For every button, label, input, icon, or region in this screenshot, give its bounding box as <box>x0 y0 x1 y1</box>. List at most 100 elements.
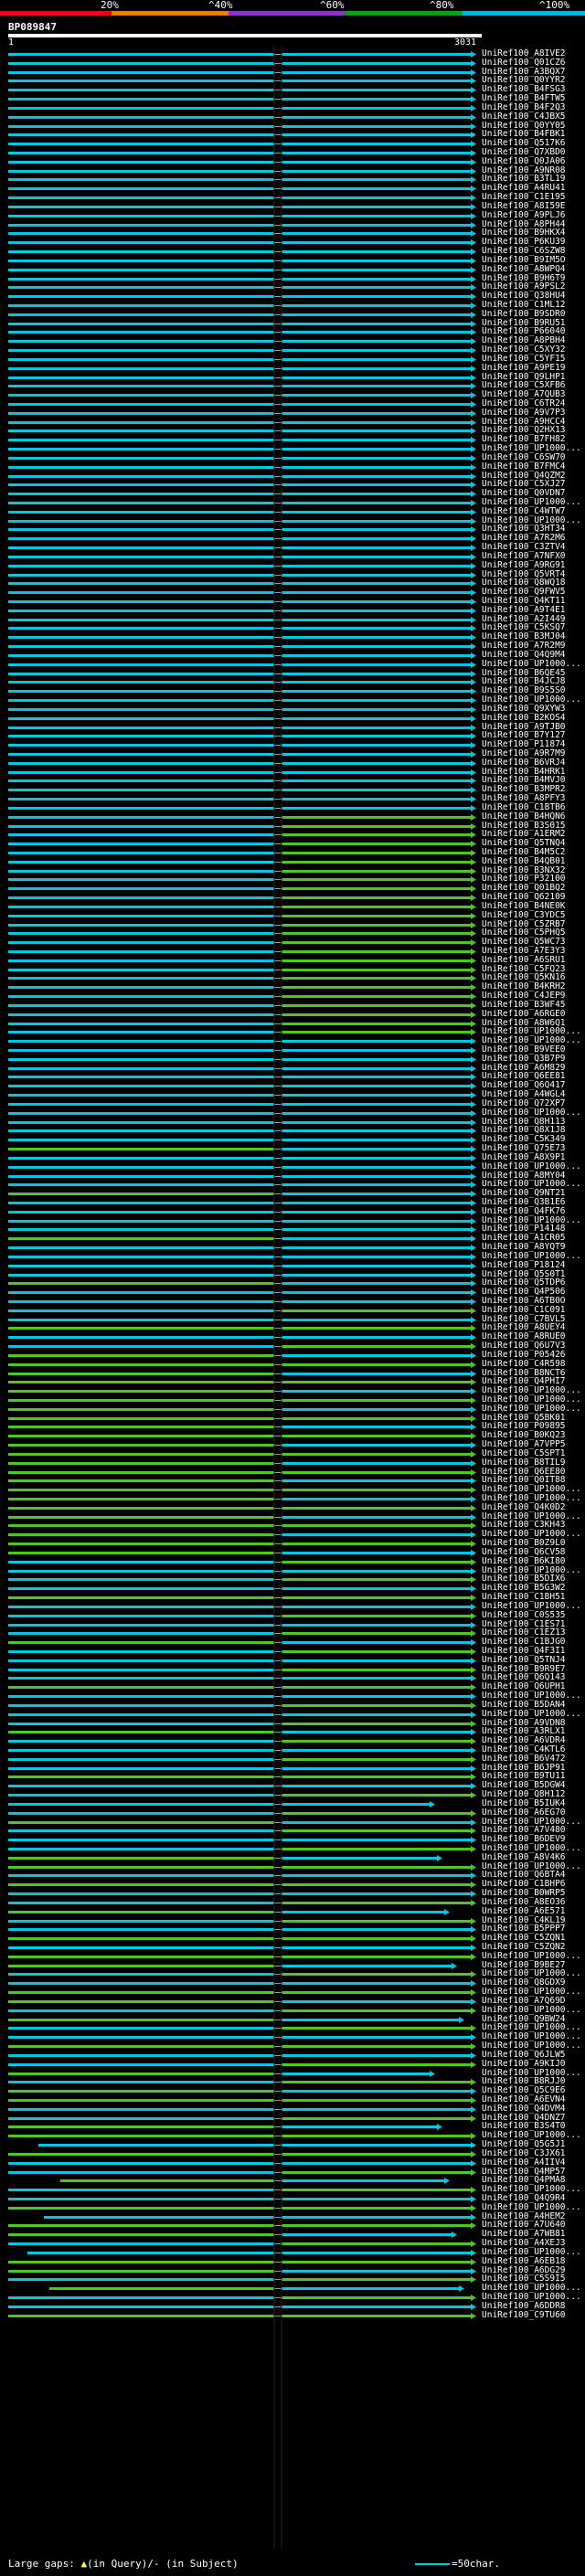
hit-row[interactable] <box>8 1343 476 1350</box>
hit-row[interactable] <box>8 1882 476 1888</box>
hit-row[interactable] <box>8 1971 476 1977</box>
hit-row[interactable] <box>8 2241 476 2247</box>
hit-row[interactable] <box>8 617 476 623</box>
hit-row[interactable] <box>8 716 476 722</box>
hit-row[interactable] <box>8 1900 476 1906</box>
hit-row[interactable] <box>8 1639 476 1646</box>
hit-row[interactable] <box>8 652 476 659</box>
hit-row[interactable] <box>8 895 476 901</box>
hit-row[interactable] <box>8 1164 476 1171</box>
hit-row[interactable] <box>8 2187 476 2193</box>
hit-row[interactable] <box>8 1362 476 1368</box>
hit-row[interactable] <box>8 742 476 748</box>
hit-row[interactable] <box>8 1622 476 1628</box>
hit-row[interactable] <box>8 1667 476 1673</box>
hit-row[interactable] <box>8 1487 476 1493</box>
hit-row[interactable] <box>8 1954 476 1960</box>
hit-row[interactable] <box>8 1998 476 2005</box>
hit-row[interactable] <box>8 805 476 811</box>
hit-row[interactable] <box>8 1595 476 1601</box>
hit-row[interactable] <box>8 975 476 981</box>
hit-row[interactable] <box>8 1541 476 1547</box>
hit-row[interactable] <box>8 643 476 650</box>
hit-row[interactable] <box>8 1191 476 1197</box>
hit-row[interactable] <box>8 1433 476 1439</box>
hit-row[interactable] <box>8 706 476 713</box>
hit-row[interactable] <box>8 1801 435 1807</box>
hit-row[interactable] <box>8 419 476 426</box>
hit-row[interactable] <box>8 1101 476 1108</box>
hit-row[interactable] <box>8 213 476 219</box>
hit-row[interactable] <box>8 751 476 758</box>
hit-row[interactable] <box>8 159 476 165</box>
hit-row[interactable] <box>8 401 476 408</box>
hit-row[interactable] <box>8 1837 476 1843</box>
hit-row[interactable] <box>8 482 476 488</box>
hit-row[interactable] <box>8 733 476 739</box>
hit-row[interactable] <box>8 1792 476 1798</box>
hit-row[interactable] <box>8 150 476 156</box>
hit-row[interactable] <box>8 239 476 246</box>
hit-row[interactable] <box>8 2169 476 2176</box>
hit-row[interactable] <box>8 608 476 614</box>
hit-row[interactable] <box>8 760 476 767</box>
hit-row[interactable] <box>8 168 476 175</box>
hit-row[interactable] <box>8 1846 476 1852</box>
hit-row[interactable] <box>8 1980 476 1987</box>
hit-row[interactable] <box>8 885 476 892</box>
hit-row[interactable] <box>8 930 476 937</box>
hit-row[interactable] <box>8 1334 476 1341</box>
hit-row[interactable] <box>8 1245 476 1251</box>
hit-row[interactable] <box>8 1012 476 1018</box>
hit-row[interactable] <box>8 1496 476 1502</box>
hit-row[interactable] <box>8 1065 476 1072</box>
hit-row[interactable] <box>8 2034 476 2041</box>
hit-row[interactable] <box>8 1235 476 1242</box>
hit-row[interactable] <box>8 2133 476 2139</box>
hit-row[interactable] <box>8 267 476 273</box>
hit-row[interactable] <box>8 1424 476 1430</box>
hit-row[interactable] <box>8 1872 476 1879</box>
hit-row[interactable] <box>8 1918 476 1924</box>
hit-row[interactable] <box>8 1379 476 1385</box>
hit-row[interactable] <box>8 1442 476 1448</box>
hit-row[interactable] <box>8 2313 476 2319</box>
hit-row[interactable] <box>8 509 476 515</box>
hit-row[interactable] <box>8 249 476 255</box>
hit-row[interactable] <box>8 2259 476 2265</box>
hit-row[interactable] <box>8 2097 476 2104</box>
hit-row[interactable] <box>8 2160 476 2167</box>
hit-row[interactable] <box>8 589 476 596</box>
hit-row[interactable] <box>8 2196 476 2202</box>
hit-row[interactable] <box>8 1828 476 1834</box>
hit-row[interactable] <box>8 1317 476 1323</box>
hit-row[interactable] <box>8 1289 476 1296</box>
hit-row[interactable] <box>8 1352 476 1359</box>
hit-row[interactable] <box>8 1712 476 1718</box>
hit-row[interactable] <box>8 832 476 838</box>
hit-row[interactable] <box>8 2268 476 2274</box>
hit-row[interactable] <box>8 141 476 147</box>
hit-row[interactable] <box>8 1406 476 1413</box>
hit-row[interactable] <box>8 1630 476 1637</box>
hit-row[interactable] <box>8 284 476 291</box>
hit-row[interactable] <box>8 1146 476 1152</box>
hit-row[interactable] <box>8 1137 476 1143</box>
hit-row[interactable] <box>8 1989 476 1996</box>
hit-row[interactable] <box>8 78 476 84</box>
hit-row[interactable] <box>8 2062 476 2068</box>
hit-row[interactable] <box>8 222 476 228</box>
hit-row[interactable] <box>8 580 476 587</box>
hit-row[interactable] <box>8 1568 476 1574</box>
hit-row[interactable] <box>8 338 476 345</box>
hit-row[interactable] <box>8 2205 476 2211</box>
hit-row[interactable] <box>8 1747 476 1754</box>
hit-row[interactable] <box>8 321 476 327</box>
hit-row[interactable] <box>8 455 476 461</box>
hit-row[interactable] <box>8 2088 476 2094</box>
hit-row[interactable] <box>8 2106 476 2113</box>
hit-row[interactable] <box>8 725 476 731</box>
hit-row[interactable] <box>8 518 476 525</box>
hit-row[interactable] <box>8 1299 476 1305</box>
hit-row[interactable] <box>8 1047 476 1054</box>
